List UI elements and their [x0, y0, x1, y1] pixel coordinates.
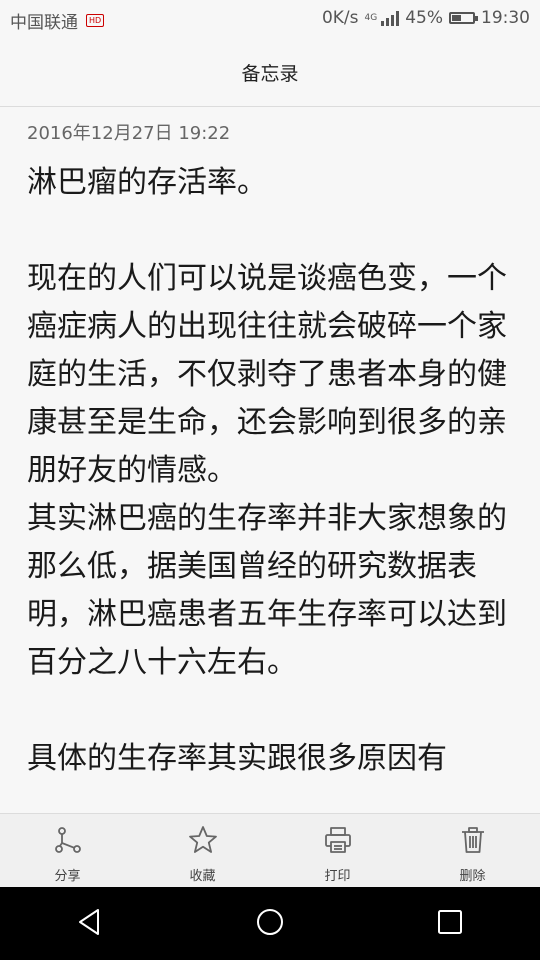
- note-timestamp: 2016年12月27日 19:22: [27, 123, 231, 144]
- clock: 19:30: [481, 8, 530, 28]
- share-label: 分享: [54, 869, 81, 884]
- note-body[interactable]: 淋巴瘤的存活率。 现在的人们可以说是谈癌色变，一个癌症病人的出现往往就会破碎一个…: [27, 159, 517, 783]
- favorite-button[interactable]: 收藏: [135, 814, 270, 888]
- navigation-bar: [0, 887, 540, 960]
- recents-icon[interactable]: [430, 902, 470, 946]
- back-icon[interactable]: [70, 902, 110, 946]
- signal-icon: [381, 10, 400, 26]
- home-icon[interactable]: [250, 902, 290, 946]
- trash-icon: [457, 824, 489, 860]
- share-button[interactable]: 分享: [0, 814, 135, 888]
- share-icon: [52, 824, 84, 860]
- net-speed: 0K/s: [321, 8, 359, 28]
- status-bar: 中国联通 HD 0K/s 4G 45% 19:30: [0, 0, 540, 38]
- carrier-badge: HD: [86, 14, 105, 27]
- delete-button[interactable]: 删除: [405, 814, 540, 888]
- bottom-toolbar: 分享 收藏 打印 删除: [0, 813, 540, 888]
- network-type: 4G: [364, 12, 378, 23]
- carrier-name: 中国联通: [10, 13, 78, 33]
- delete-label: 删除: [459, 869, 486, 884]
- app-header: 备忘录: [0, 38, 540, 107]
- note-content[interactable]: 2016年12月27日 19:22 淋巴瘤的存活率。 现在的人们可以说是谈癌色变…: [0, 107, 540, 813]
- battery-fill: [452, 15, 461, 21]
- print-button[interactable]: 打印: [270, 814, 405, 888]
- printer-icon: [322, 824, 354, 860]
- favorite-label: 收藏: [189, 869, 216, 884]
- page-title: 备忘录: [241, 62, 299, 85]
- star-icon: [187, 824, 219, 860]
- print-label: 打印: [324, 869, 351, 884]
- battery-percent: 45%: [405, 8, 443, 28]
- battery-icon: [449, 12, 478, 24]
